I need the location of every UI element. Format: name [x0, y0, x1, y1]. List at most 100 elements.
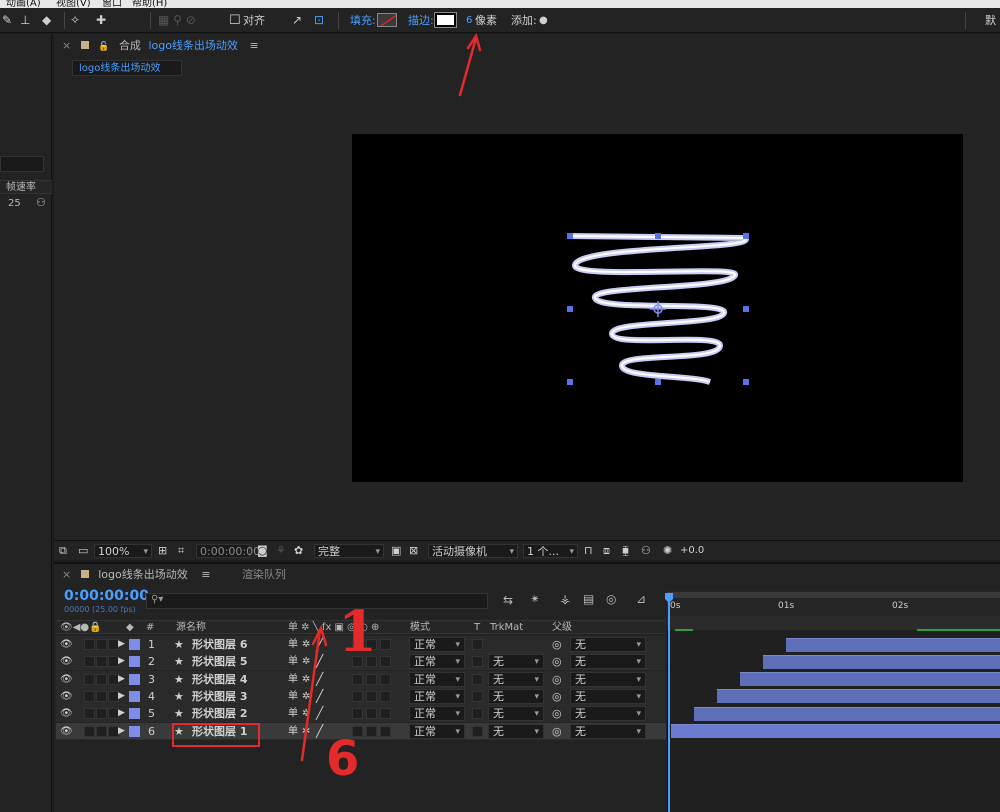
panel-menu-icon[interactable]: ≡	[201, 568, 210, 581]
parent-dropdown[interactable]: 无 ▾	[570, 723, 646, 739]
layer-duration-bar[interactable]	[740, 672, 1000, 687]
trkmat-dropdown[interactable]: 无 ▾	[488, 654, 544, 670]
reset-exposure-icon[interactable]: ✺	[663, 541, 672, 561]
frame-blending-icon[interactable]: ▤	[583, 592, 594, 606]
collapse-switch-icon[interactable]: ✲	[302, 705, 310, 722]
quality-switch-icon[interactable]: ╱	[316, 636, 323, 653]
parent-dropdown[interactable]: 无 ▾	[570, 706, 646, 722]
layer-row[interactable]: 👁 ▶ 3 ★ 形状图层 4 单 ✲ ╱ 正常 ▾ 无 ▾ ◎ 无 ▾	[56, 670, 666, 688]
menu-window[interactable]: 窗口	[102, 0, 122, 8]
shape-layer-artwork[interactable]	[352, 134, 963, 482]
eye-visibility-icon[interactable]: 👁	[60, 671, 73, 688]
audio-switch[interactable]	[84, 708, 95, 720]
layer-number-header[interactable]: #	[146, 621, 154, 635]
3d-layer-switch[interactable]	[380, 639, 391, 650]
blend-mode-dropdown[interactable]: 正常 ▾	[409, 671, 465, 687]
expand-triangle-icon[interactable]: ▶	[118, 671, 125, 688]
fill-label[interactable]: 填充:	[350, 8, 376, 33]
layer-label-color[interactable]	[129, 639, 140, 650]
composition-tab[interactable]: × 🔓 合成 logo线条出场动效 ≡	[62, 37, 259, 55]
pick-whip-icon[interactable]: ◎	[552, 723, 562, 740]
parent-dropdown[interactable]: 无 ▾	[570, 671, 646, 687]
shy-switch-icon[interactable]: 单	[288, 723, 298, 740]
timecode-display[interactable]: 0:00:00:00	[64, 588, 149, 604]
lock-icon[interactable]: 🔓	[98, 42, 109, 52]
flowchart-icon[interactable]: ⚇	[36, 196, 46, 209]
brush-tool-icon[interactable]: ✎	[2, 8, 12, 33]
trkmat-header[interactable]: TrkMat	[490, 621, 523, 635]
motion-blur-icon[interactable]: ◎	[606, 592, 616, 606]
preserve-transparency-switch[interactable]	[472, 690, 483, 702]
quality-switch-icon[interactable]: ╱	[316, 653, 323, 670]
layer-row[interactable]: 👁 ▶ 5 ★ 形状图层 2 单 ✲ ╱ 正常 ▾ 无 ▾ ◎ 无 ▾	[56, 705, 666, 723]
collapse-switch-icon[interactable]: ✲	[302, 636, 310, 653]
frame-rate-column[interactable]: 帧速率	[6, 181, 36, 194]
preserve-transparency-switch[interactable]	[472, 639, 483, 650]
quality-switch-icon[interactable]: ╱	[316, 688, 323, 705]
trkmat-dropdown[interactable]: 无 ▾	[488, 671, 544, 687]
blend-mode-dropdown[interactable]: 正常 ▾	[409, 723, 465, 739]
eye-visibility-icon[interactable]: 👁	[60, 653, 73, 670]
blend-mode-dropdown[interactable]: 正常 ▾	[409, 706, 465, 722]
trkmat-dropdown[interactable]: 无 ▾	[488, 723, 544, 739]
layer-duration-bar[interactable]	[763, 654, 1000, 669]
motion-blur-switch[interactable]	[352, 673, 363, 685]
collapse-switch-icon[interactable]: ✲	[302, 723, 310, 740]
quality-switch-icon[interactable]: ╱	[316, 705, 323, 722]
shy-layers-icon[interactable]: ⚶	[560, 592, 570, 606]
trkmat-dropdown[interactable]: 无 ▾	[488, 706, 544, 722]
eye-visibility-icon[interactable]: 👁	[60, 688, 73, 705]
layer-search-input[interactable]: ⚲▾	[146, 593, 488, 609]
clone-stamp-tool-icon[interactable]: ⊥	[20, 8, 30, 33]
flowchart-icon[interactable]: ⚇	[641, 541, 651, 561]
collapse-switch-icon[interactable]: ✲	[302, 671, 310, 688]
menu-animation[interactable]: 动画(A)	[6, 0, 41, 8]
snap-icon[interactable]: ↗	[292, 8, 302, 33]
shy-switch-icon[interactable]: 单	[288, 671, 298, 688]
3d-layer-switch[interactable]	[380, 725, 391, 737]
fill-swatch[interactable]	[377, 13, 397, 27]
audio-switch[interactable]	[84, 725, 95, 737]
3d-layer-switch[interactable]	[380, 656, 391, 668]
show-snapshot-icon[interactable]: ⚘	[276, 541, 286, 561]
menu-view[interactable]: 视图(V)	[56, 0, 91, 8]
graph-editor-icon[interactable]: ⊿	[636, 592, 646, 606]
close-icon[interactable]: ×	[62, 568, 71, 581]
add-button-icon[interactable]: ●	[539, 8, 548, 33]
layer-duration-bar[interactable]	[786, 637, 1000, 652]
label-column-icon[interactable]: ◆	[126, 621, 134, 635]
eraser-tool-icon[interactable]: ◆	[42, 8, 51, 33]
menu-help[interactable]: 帮助(H)	[132, 0, 167, 8]
blend-mode-dropdown[interactable]: 正常 ▾	[409, 654, 465, 670]
t-header[interactable]: T	[474, 621, 480, 635]
solo-switch[interactable]	[96, 725, 107, 737]
solo-switch[interactable]	[96, 639, 107, 650]
parent-dropdown[interactable]: 无 ▾	[570, 688, 646, 704]
timeline-tab[interactable]: × logo线条出场动效 ≡ 渲染队列	[62, 566, 286, 584]
preserve-transparency-switch[interactable]	[472, 725, 483, 737]
preserve-transparency-switch[interactable]	[472, 656, 483, 668]
trkmat-dropdown[interactable]: 无 ▾	[488, 688, 544, 704]
snap-target-icon[interactable]: ⊡	[314, 8, 324, 33]
stroke-label[interactable]: 描边:	[408, 8, 434, 33]
stroke-width-value[interactable]: 6	[466, 8, 472, 33]
shy-switch-icon[interactable]: 单	[288, 688, 298, 705]
collapse-switch-icon[interactable]: ✲	[302, 688, 310, 705]
layer-name[interactable]: 形状图层 1	[192, 723, 247, 740]
monitor-icon[interactable]: ▭	[78, 541, 88, 561]
layer-row[interactable]: 👁 ▶ 6 ★ 形状图层 1 单 ✲ ╱ 正常 ▾ 无 ▾ ◎ 无 ▾	[56, 722, 666, 740]
quality-switch-icon[interactable]: ╱	[316, 723, 323, 740]
audio-switch[interactable]	[84, 639, 95, 650]
expand-triangle-icon[interactable]: ▶	[118, 723, 125, 740]
views-dropdown[interactable]: 1 个... ▾	[523, 544, 578, 558]
time-ruler[interactable]	[667, 590, 1000, 631]
always-preview-icon[interactable]: ⧉	[59, 541, 67, 561]
solo-switch[interactable]	[96, 708, 107, 720]
region-of-interest-icon[interactable]: ▣	[391, 541, 401, 561]
layer-label-color[interactable]	[129, 656, 140, 668]
puppet-pin-tool-icon[interactable]: ✚	[96, 8, 106, 33]
resolution-dropdown[interactable]: 完整 ▾	[314, 544, 384, 558]
workspace-label[interactable]: 默	[985, 8, 996, 33]
layer-duration-bar[interactable]	[717, 689, 1000, 704]
playhead[interactable]	[668, 593, 670, 812]
